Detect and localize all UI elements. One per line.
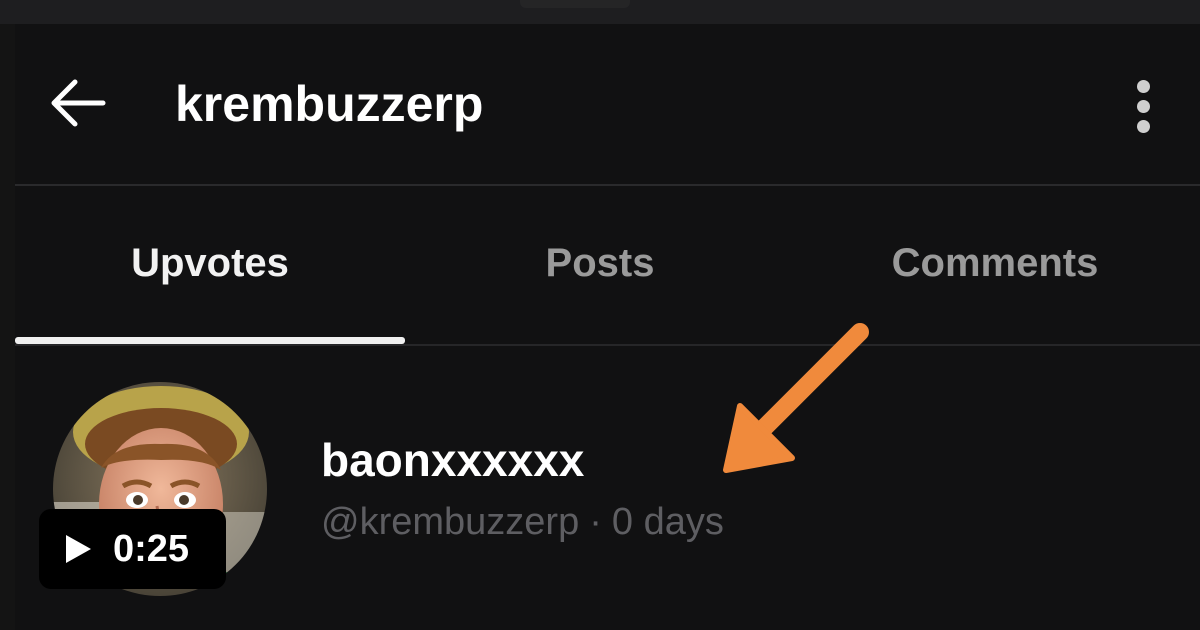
status-bar-notch [520,0,630,8]
video-duration: 0:25 [113,528,190,570]
status-bar-strip [0,0,1200,24]
list-item[interactable]: baonxxxxxx @krembuzzerp · 0 days [15,364,1200,630]
play-icon [63,533,93,565]
tabs-divider [15,344,1200,346]
list-item-meta: @krembuzzerp · 0 days [321,498,724,546]
arrow-left-icon [51,79,106,127]
active-tab-indicator [15,337,405,344]
more-vertical-icon-dot [1137,120,1150,133]
more-vertical-icon [1137,80,1150,93]
video-duration-badge[interactable]: 0:25 [39,509,226,589]
more-vertical-icon-dot [1137,100,1150,113]
back-button[interactable] [45,72,115,134]
page-title: krembuzzerp [175,76,484,132]
list-item-handle[interactable]: @krembuzzerp [321,501,579,543]
list-item-age: 0 days [611,501,724,543]
profile-tabs: Upvotes Posts Comments [15,186,1200,346]
more-options-button[interactable] [1123,76,1167,136]
meta-separator: · [589,501,602,543]
list-item-username[interactable]: baonxxxxxx [321,432,584,488]
tab-upvotes[interactable]: Upvotes [15,186,405,344]
profile-header: krembuzzerp [15,24,1200,184]
annotation-arrow-icon [700,310,890,490]
